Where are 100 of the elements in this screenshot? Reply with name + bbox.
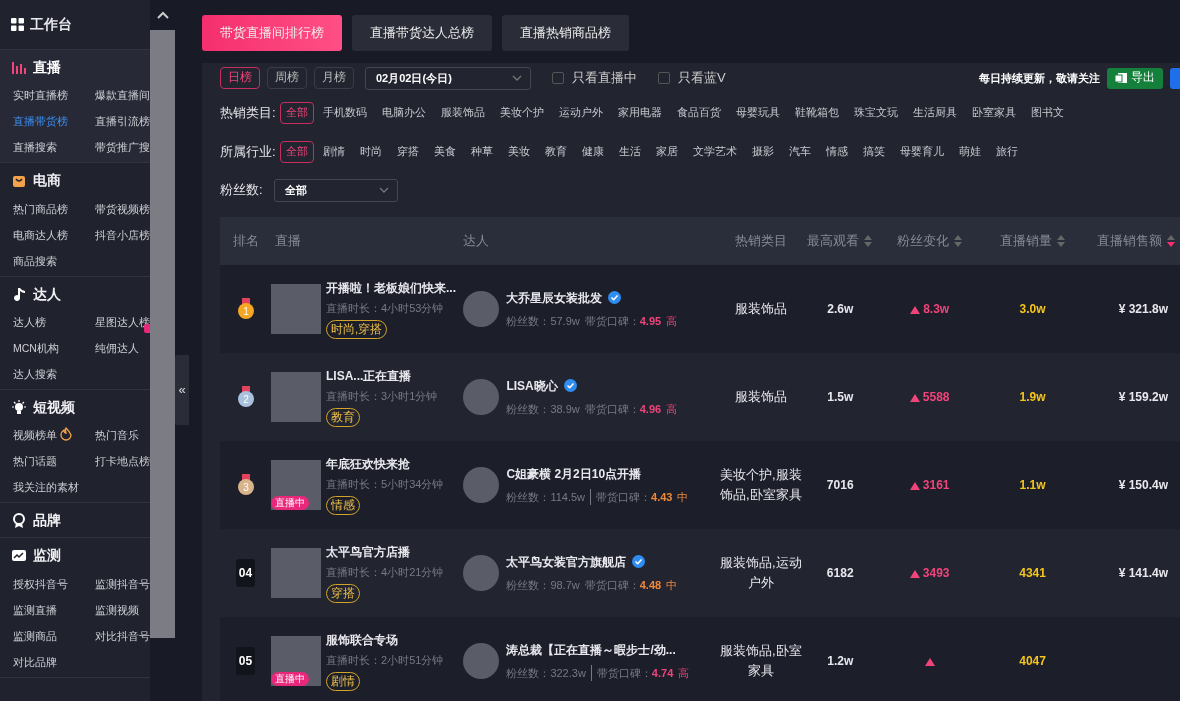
- section-title[interactable]: 短视频: [33, 397, 75, 418]
- category-chip[interactable]: 全部: [279, 101, 314, 124]
- talent-name[interactable]: 涛总裁【正在直播～暇步士/劲...: [506, 640, 676, 659]
- section-title[interactable]: 品牌: [33, 511, 61, 532]
- industry-chip[interactable]: 美妆: [501, 140, 536, 163]
- industry-chip[interactable]: 健康: [575, 140, 610, 163]
- sidebar-item[interactable]: 商品搜索: [13, 247, 95, 274]
- category-chip[interactable]: 电脑办公: [375, 101, 432, 124]
- scroll-up-icon[interactable]: [156, 11, 169, 19]
- industry-chip[interactable]: 摄影: [745, 140, 780, 163]
- sidebar-item[interactable]: 抖音小店榜: [95, 221, 150, 248]
- industry-chip[interactable]: 萌娃: [952, 140, 987, 163]
- category-chip[interactable]: 珠宝文玩: [847, 101, 904, 124]
- industry-chip[interactable]: 汽车: [782, 140, 817, 163]
- live-title[interactable]: 服饰联合专场: [326, 631, 444, 650]
- sidebar-title[interactable]: 工作台: [30, 14, 72, 35]
- talent-name[interactable]: 太平鸟女装官方旗舰店: [506, 552, 646, 571]
- talent-name[interactable]: 大乔星辰女装批发: [506, 288, 622, 307]
- avatar[interactable]: [463, 291, 500, 327]
- date-dropdown[interactable]: 02月02日(今日): [365, 66, 531, 90]
- sidebar-item[interactable]: 监测视频: [95, 596, 150, 623]
- category-chip[interactable]: 美妆个护: [493, 101, 550, 124]
- avatar[interactable]: [463, 379, 500, 415]
- export-button[interactable]: 导出: [1107, 67, 1163, 89]
- category-chip[interactable]: 鞋靴箱包: [788, 101, 845, 124]
- avatar[interactable]: [463, 467, 500, 503]
- industry-chip[interactable]: 生活: [612, 140, 647, 163]
- category-chip[interactable]: 生活厨具: [906, 101, 963, 124]
- sidebar-item[interactable]: 热门音乐: [95, 422, 150, 448]
- sortable-header[interactable]: 直播销量: [999, 231, 1052, 251]
- industry-chip[interactable]: 剧情: [316, 140, 351, 163]
- section-title[interactable]: 达人: [33, 284, 61, 305]
- sidebar-item[interactable]: 热门话题: [13, 448, 95, 474]
- sidebar-item[interactable]: 爆款直播间: [95, 82, 150, 109]
- collapse-button[interactable]: «: [175, 355, 189, 425]
- sidebar-item[interactable]: 打卡地点榜: [95, 448, 150, 474]
- industry-chip[interactable]: 家居: [649, 140, 684, 163]
- section-title[interactable]: 监测: [33, 546, 61, 567]
- sidebar-item[interactable]: 对比抖音号: [95, 622, 150, 649]
- industry-chip[interactable]: 文学艺术: [686, 140, 743, 163]
- sidebar-item[interactable]: 直播搜索: [13, 134, 95, 161]
- sidebar-item[interactable]: 实时直播榜: [13, 82, 95, 109]
- industry-chip[interactable]: 全部: [279, 140, 314, 163]
- tab[interactable]: 直播带货达人总榜: [352, 15, 492, 51]
- industry-chip[interactable]: 时尚: [353, 140, 388, 163]
- section-title[interactable]: 电商: [33, 171, 61, 192]
- checkbox-label[interactable]: 只看直播中: [572, 68, 637, 88]
- industry-chip[interactable]: 情感: [819, 140, 854, 163]
- category-chip[interactable]: 手机数码: [316, 101, 373, 124]
- scrollbar-thumb[interactable]: [150, 30, 175, 638]
- category-chip[interactable]: 家用电器: [611, 101, 668, 124]
- sortable-header[interactable]: 最高观看: [807, 231, 860, 251]
- sidebar-item[interactable]: 纯佣达人: [95, 334, 150, 361]
- category-chip[interactable]: 服装饰品: [434, 101, 491, 124]
- industry-chip[interactable]: 美食: [427, 140, 462, 163]
- industry-chip[interactable]: 教育: [538, 140, 573, 163]
- section-title[interactable]: 直播: [33, 58, 61, 79]
- avatar[interactable]: [463, 555, 500, 591]
- sidebar-item[interactable]: 热门商品榜: [13, 195, 95, 222]
- sidebar-item[interactable]: 直播引流榜: [95, 108, 150, 135]
- tab[interactable]: 直播热销商品榜: [502, 15, 629, 51]
- sidebar-item[interactable]: 带货视频榜: [95, 195, 150, 222]
- industry-chip[interactable]: 穿搭: [390, 140, 425, 163]
- live-title[interactable]: LISA...正在直播: [326, 367, 438, 386]
- industry-chip[interactable]: 母婴育儿: [893, 140, 950, 163]
- live-title[interactable]: 太平鸟官方店播: [326, 543, 444, 562]
- sidebar-item[interactable]: 直播带货榜: [13, 108, 95, 135]
- sidebar-item[interactable]: 监测直播: [13, 596, 95, 623]
- sortable-header[interactable]: 粉丝变化: [896, 231, 949, 251]
- live-title[interactable]: 开播啦！老板娘们快来...: [326, 279, 457, 298]
- sidebar-item[interactable]: 达人搜索: [13, 360, 95, 387]
- checkbox[interactable]: [552, 72, 564, 84]
- checkbox-label[interactable]: 只看蓝V: [678, 68, 726, 88]
- sortable-header[interactable]: 直播销售额: [1097, 231, 1162, 251]
- category-chip[interactable]: 运动户外: [552, 101, 609, 124]
- industry-chip[interactable]: 旅行: [989, 140, 1024, 163]
- live-title[interactable]: 年底狂欢快来抢: [326, 455, 444, 474]
- period-tab[interactable]: 月榜: [314, 67, 354, 89]
- talent-name[interactable]: LISA晓心: [506, 376, 577, 395]
- sidebar-item[interactable]: 授权抖音号: [13, 570, 95, 597]
- category-chip[interactable]: 食品百货: [670, 101, 727, 124]
- sidebar-item[interactable]: 视频榜单: [13, 422, 95, 448]
- sidebar-item[interactable]: 监测抖音号: [95, 570, 150, 597]
- sidebar-item[interactable]: 对比品牌: [13, 648, 95, 675]
- industry-chip[interactable]: 种草: [464, 140, 499, 163]
- sidebar-item[interactable]: 我关注的素材: [13, 474, 95, 500]
- sidebar-item[interactable]: 带货推广搜: [95, 134, 150, 161]
- sidebar-item[interactable]: 达人榜: [13, 308, 95, 335]
- period-tab[interactable]: 日榜: [220, 67, 260, 89]
- category-chip[interactable]: 图书文: [1024, 101, 1070, 124]
- avatar[interactable]: [463, 643, 500, 679]
- button[interactable]: [1170, 67, 1180, 89]
- sidebar-item[interactable]: MCN机构: [13, 334, 95, 361]
- fans-dropdown[interactable]: 全部: [273, 178, 398, 202]
- checkbox[interactable]: [658, 72, 670, 84]
- industry-chip[interactable]: 搞笑: [856, 140, 891, 163]
- talent-name[interactable]: C姐豪横 2月2日10点开播: [506, 464, 642, 483]
- sidebar-item[interactable]: 电商达人榜: [13, 221, 95, 248]
- sidebar-item[interactable]: 监测商品: [13, 622, 95, 649]
- category-chip[interactable]: 卧室家具: [965, 101, 1022, 124]
